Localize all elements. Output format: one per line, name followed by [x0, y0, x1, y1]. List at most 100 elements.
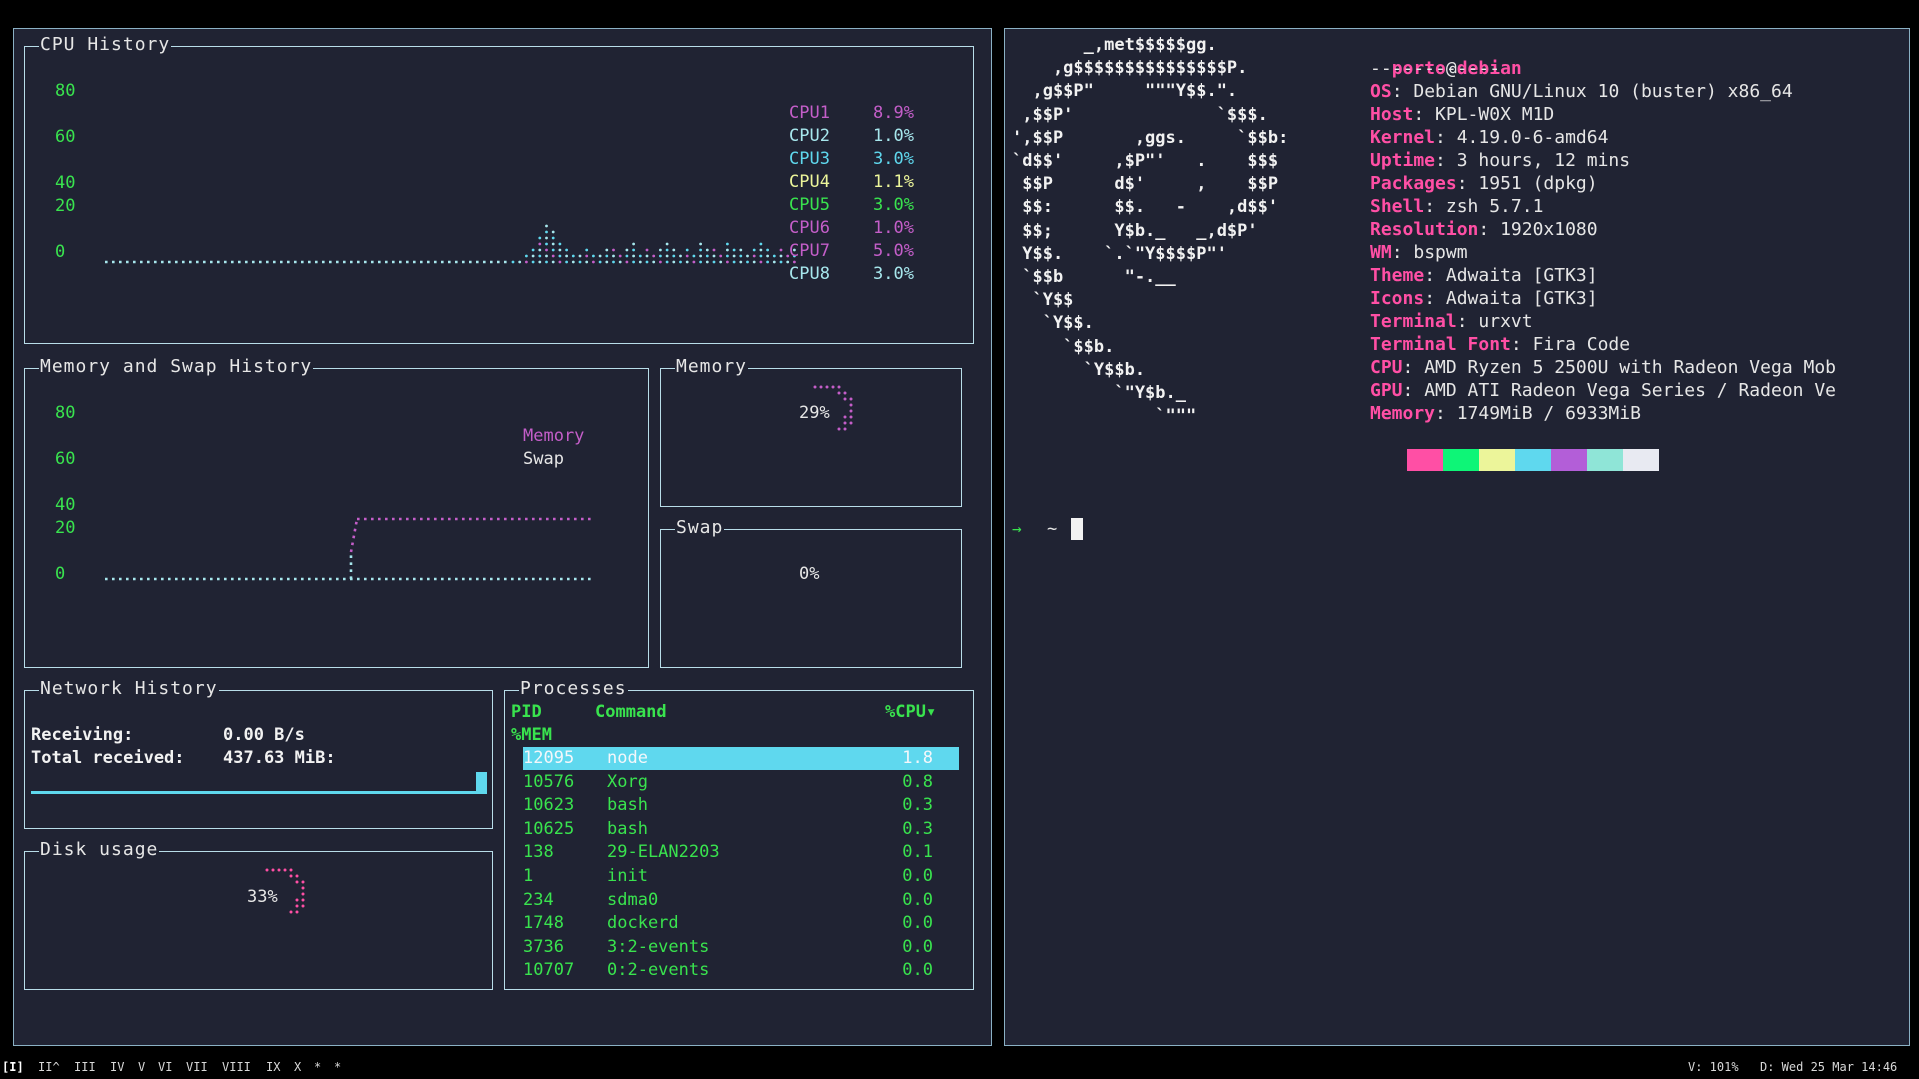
network-sparkline [31, 791, 479, 794]
cpu-line-point [779, 254, 783, 258]
process-row[interactable]: 10623 bash 0.3 [523, 794, 959, 817]
process-row[interactable]: 1748 dockerd 0.0 [523, 912, 959, 935]
neofetch-colon: : [1435, 150, 1457, 171]
workspace-item[interactable]: [I] [2, 1056, 24, 1079]
cpu-line-point [752, 254, 756, 258]
process-cpu: 0.0 [902, 936, 933, 957]
cpu-line-point [538, 260, 542, 264]
cpu-line-point [719, 254, 723, 258]
process-cpu: 0.0 [902, 960, 933, 981]
neofetch-colon: : [1391, 81, 1414, 102]
cpu-line-point [645, 260, 649, 264]
memory-gauge-dot [849, 421, 853, 425]
workspace-item[interactable]: IV [110, 1056, 124, 1079]
process-row[interactable]: 12095 node 1.8 [523, 747, 959, 770]
header-command[interactable]: Command [595, 701, 667, 724]
cpu-line-point [525, 254, 528, 258]
neofetch-info-line: Terminal Font: Fira Code [1370, 333, 1630, 356]
memory-gauge-dot [837, 385, 841, 389]
neofetch-value: AMD Ryzen 5 2500U with Radeon Vega Mob [1424, 357, 1837, 378]
process-row[interactable]: 3736 3:2-events 0.0 [523, 936, 959, 959]
memory-gauge-dot [843, 427, 847, 431]
disk-gauge-dot [289, 910, 293, 914]
neofetch-info-line: Host: KPL-W0X M1D [1370, 103, 1554, 126]
neofetch-info-line: Uptime: 3 hours, 12 mins [1370, 149, 1630, 172]
cpu-line-point [645, 254, 649, 258]
header-pid[interactable]: PID [511, 701, 542, 724]
workspace-item[interactable]: V [138, 1056, 145, 1079]
workspace-item[interactable]: II^ [38, 1056, 60, 1079]
process-row[interactable]: 234 sdma0 0.0 [523, 889, 959, 912]
neofetch-info-line: Terminal: urxvt [1370, 310, 1533, 333]
process-row[interactable]: 10625 bash 0.3 [523, 818, 959, 841]
cpu-line-point [545, 230, 548, 234]
process-pid: 10707 [523, 960, 575, 981]
process-command: init [607, 866, 648, 886]
cpu-line-point [719, 260, 723, 264]
disk-gauge-dot [295, 910, 299, 914]
cpu-line-point [726, 248, 729, 252]
process-row[interactable]: 10707 0:2-events 0.0 [523, 959, 959, 982]
workspace-item[interactable]: IX [266, 1056, 280, 1079]
neofetch-key: CPU [1370, 357, 1403, 378]
process-pid: 10623 [523, 795, 575, 816]
cpu-line-point [551, 242, 555, 246]
cpu-line-point [739, 254, 743, 258]
process-pid: 1748 [523, 913, 564, 934]
cpu-line-point [759, 260, 763, 264]
disk-gauge-dot [295, 874, 299, 878]
cpu-line-point [545, 224, 548, 228]
cpu-line-point [531, 260, 535, 264]
cpu-line-point [766, 260, 769, 264]
neofetch-value: 1920x1080 [1500, 219, 1598, 240]
disk-gauge-dot [289, 868, 293, 872]
neofetch-info-line: OS: Debian GNU/Linux 10 (buster) x86_64 [1370, 80, 1793, 103]
cpu-line-point [618, 254, 622, 258]
neofetch-colon: : [1456, 173, 1479, 194]
cpu-line-point [545, 236, 548, 240]
workspace-item[interactable]: VI [158, 1056, 172, 1079]
cpu-line-point [685, 254, 689, 258]
process-row[interactable]: 138 29-ELAN2203 0.1 [523, 841, 959, 864]
memory-gauge-dot [849, 397, 853, 401]
header-cpu[interactable]: %CPU▾ [885, 701, 936, 724]
workspace-item[interactable]: VIII [222, 1056, 251, 1079]
neofetch-key: Terminal Font [1370, 334, 1511, 355]
header-mem[interactable]: %MEM [511, 724, 552, 747]
process-cpu: 0.8 [902, 771, 933, 792]
cpu-line-point [632, 254, 635, 258]
process-command: 3:2-events [607, 936, 710, 957]
neofetch-info-line: Resolution: 1920x1080 [1370, 218, 1598, 241]
cpu-line-point [779, 260, 783, 264]
process-cpu: 0.3 [902, 795, 933, 816]
workspace-item[interactable]: X [294, 1056, 301, 1079]
cpu-line-point [545, 260, 548, 264]
workspace-item[interactable]: * [334, 1056, 341, 1079]
neofetch-value: Fira Code [1532, 334, 1631, 355]
cpu-legend-value: 8.9% [873, 103, 914, 123]
terminal-cursor[interactable] [1071, 518, 1083, 540]
workspace-item[interactable]: III [74, 1056, 96, 1079]
cpu-line-point [759, 242, 763, 246]
neofetch-key: Shell [1370, 196, 1425, 217]
cpu-line-point [625, 254, 629, 258]
neofetch-info-line: Theme: Adwaita [GTK3] [1370, 264, 1598, 287]
cpu-legend-value: 3.0% [873, 195, 914, 215]
workspace-item[interactable]: * [314, 1056, 321, 1079]
cpu-line-point [612, 248, 615, 252]
cpu-line-point [705, 254, 709, 258]
neofetch-key: Terminal [1370, 311, 1457, 332]
cpu-legend-value: 1.0% [873, 218, 914, 238]
process-row[interactable]: 10576 Xorg 0.8 [523, 771, 959, 794]
workspace-item[interactable]: VII [186, 1056, 208, 1079]
volume-indicator[interactable]: V: 101% [1688, 1056, 1739, 1079]
process-command: sdma0 [607, 889, 659, 910]
cpu-line-point [692, 260, 696, 264]
color-swatch [1443, 449, 1479, 471]
process-pid: 10625 [523, 818, 575, 839]
process-row[interactable]: 1 init 0.0 [523, 865, 959, 888]
cpu-line-point [632, 248, 635, 252]
cpu-legend-name: CPU5 [789, 195, 830, 215]
cpu-history-panel: CPU History 80 60 40 20 0 CPU1 8.9% CPU2 1.… [24, 34, 974, 344]
cpu-line-point [759, 254, 763, 258]
